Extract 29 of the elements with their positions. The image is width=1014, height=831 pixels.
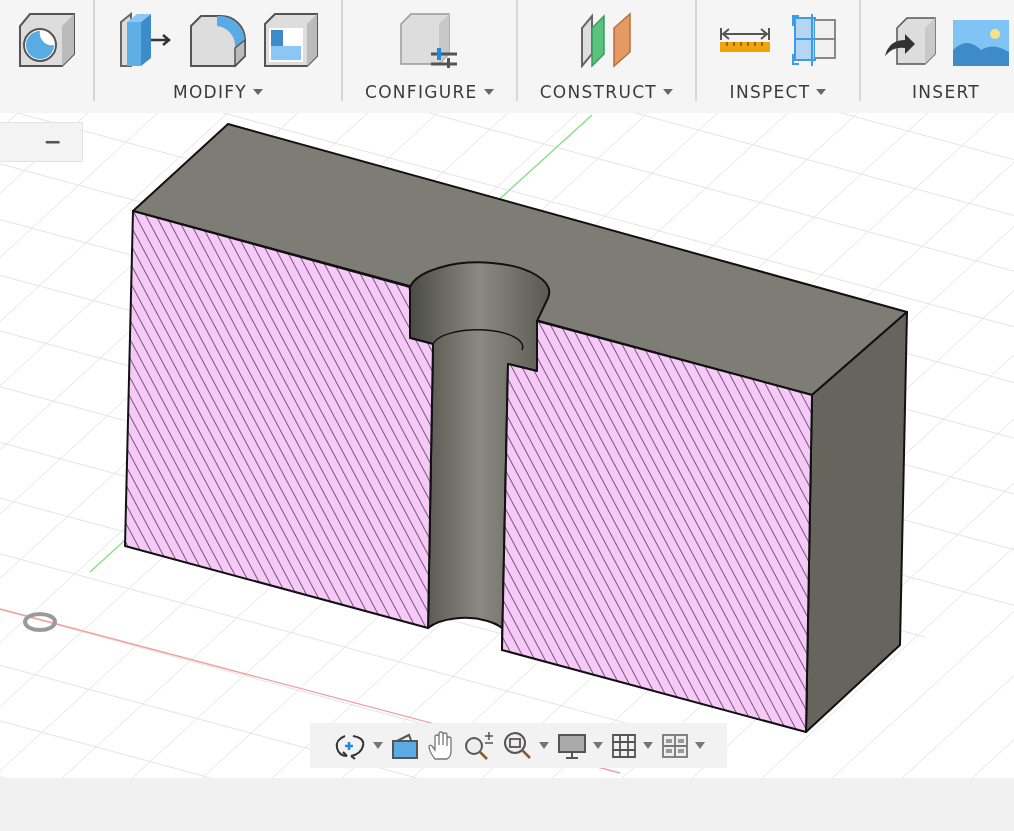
toolbar-group-label[interactable]: INSERT bbox=[912, 82, 980, 102]
caret-icon[interactable] bbox=[816, 89, 827, 95]
caret-icon[interactable] bbox=[642, 742, 653, 749]
caret-icon[interactable] bbox=[694, 742, 705, 749]
viewports-icon[interactable] bbox=[660, 732, 689, 759]
toolbar-group-label[interactable]: MODIFY bbox=[172, 82, 248, 102]
collapse-button[interactable]: − bbox=[43, 131, 62, 153]
rounded-block-icon[interactable] bbox=[189, 12, 247, 68]
caret-icon[interactable] bbox=[372, 742, 383, 749]
origin-marker-icon bbox=[23, 612, 57, 632]
block-section-drawing[interactable] bbox=[124, 123, 908, 733]
cube-sliders-icon[interactable] bbox=[399, 12, 460, 68]
caret-icon[interactable] bbox=[483, 89, 494, 95]
hand-icon[interactable] bbox=[426, 730, 455, 761]
caret-icon[interactable] bbox=[253, 89, 264, 95]
toolbar-group-label[interactable]: CONFIGURE bbox=[365, 82, 478, 102]
caret-icon[interactable] bbox=[663, 89, 673, 95]
block-arrow-icon[interactable] bbox=[117, 12, 173, 68]
shell-block-icon[interactable] bbox=[263, 12, 319, 68]
toolbar-group-label[interactable]: CONSTRUCT bbox=[539, 82, 657, 102]
cube-gauge-icon[interactable] bbox=[18, 12, 76, 68]
monitor-icon[interactable] bbox=[556, 731, 587, 760]
grid-icon[interactable] bbox=[610, 732, 637, 759]
caret-icon[interactable] bbox=[538, 742, 549, 749]
camera-screen-icon[interactable] bbox=[390, 731, 419, 760]
caret-icon[interactable] bbox=[592, 742, 603, 749]
zoom-window-icon[interactable] bbox=[502, 730, 533, 761]
zoom-icon[interactable] bbox=[462, 730, 495, 761]
toolbar-group-label[interactable]: INSPECT bbox=[729, 82, 811, 102]
